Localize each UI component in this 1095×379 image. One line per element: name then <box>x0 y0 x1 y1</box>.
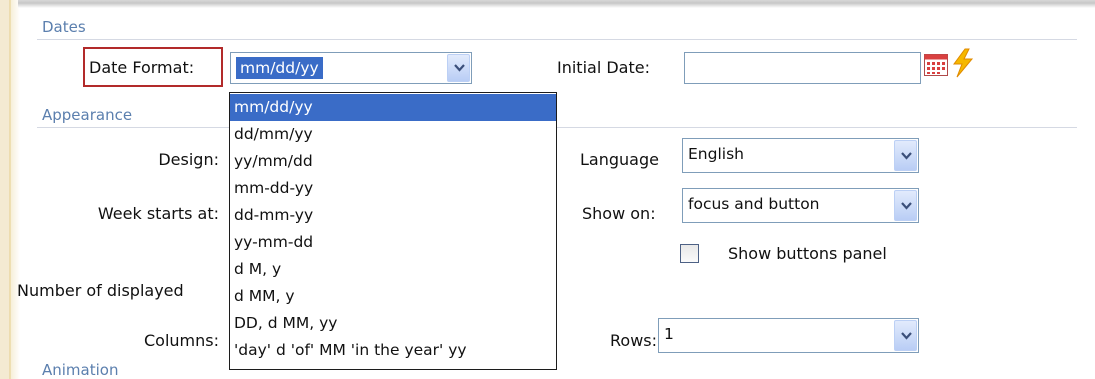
date-format-selected-value: mm/dd/yy <box>236 57 323 79</box>
section-title-dates: Dates <box>42 18 86 36</box>
date-format-dropdown-button[interactable] <box>447 54 470 82</box>
show-buttons-checkbox[interactable] <box>680 244 699 263</box>
date-format-option[interactable]: yy-mm-dd <box>230 229 556 256</box>
language-value: English <box>688 145 744 163</box>
frame-shadow <box>0 0 20 379</box>
date-format-option[interactable]: d M, y <box>230 256 556 283</box>
calendar-icon[interactable] <box>924 54 948 76</box>
date-format-option[interactable]: mm/dd/yy <box>230 94 556 121</box>
date-format-option[interactable]: d MM, y <box>230 283 556 310</box>
frame-top-border <box>18 0 1095 8</box>
date-format-listbox[interactable]: mm/dd/yy dd/mm/yy yy/mm/dd mm-dd-yy dd-m… <box>229 92 557 370</box>
date-format-label: Date Format: <box>89 58 195 77</box>
language-dropdown-button[interactable] <box>894 140 917 171</box>
section-title-appearance: Appearance <box>42 106 133 124</box>
section-divider <box>37 39 1077 40</box>
date-format-option[interactable]: 'day' d 'of' MM 'in the year' yy <box>230 337 556 364</box>
section-divider <box>37 127 1077 128</box>
columns-label: Columns: <box>144 331 219 350</box>
datepicker-settings-panel: Dates Appearance Animation Date Format: … <box>17 8 1079 379</box>
initial-date-label: Initial Date: <box>557 58 650 77</box>
rows-label: Rows: <box>610 331 657 350</box>
initial-date-input[interactable] <box>684 52 921 84</box>
show-on-value: focus and button <box>688 195 820 213</box>
rows-dropdown-button[interactable] <box>894 320 917 351</box>
rows-value: 1 <box>664 325 674 343</box>
chevron-down-icon <box>901 331 912 340</box>
date-format-option[interactable]: DD, d MM, yy <box>230 310 556 337</box>
show-buttons-label: Show buttons panel <box>728 244 887 263</box>
date-format-option[interactable]: mm-dd-yy <box>230 175 556 202</box>
date-format-option[interactable]: dd/mm/yy <box>230 121 556 148</box>
chevron-down-icon <box>901 201 912 210</box>
language-label: Language <box>580 150 659 169</box>
language-select[interactable]: English <box>682 138 919 173</box>
design-label: Design: <box>158 150 219 169</box>
lightning-icon[interactable] <box>951 48 975 78</box>
week-starts-label: Week starts at: <box>97 204 219 223</box>
section-title-animation: Animation <box>42 361 119 379</box>
show-on-select[interactable]: focus and button <box>682 188 919 223</box>
show-on-dropdown-button[interactable] <box>894 190 917 221</box>
chevron-down-icon <box>901 151 912 160</box>
date-format-option[interactable]: dd-mm-yy <box>230 202 556 229</box>
months-label: Number of displayed <box>17 281 184 300</box>
date-format-option[interactable]: yy/mm/dd <box>230 148 556 175</box>
rows-select[interactable]: 1 <box>658 318 919 353</box>
date-format-select[interactable]: mm/dd/yy <box>230 52 472 84</box>
chevron-down-icon <box>454 64 465 72</box>
show-on-label: Show on: <box>582 204 656 223</box>
